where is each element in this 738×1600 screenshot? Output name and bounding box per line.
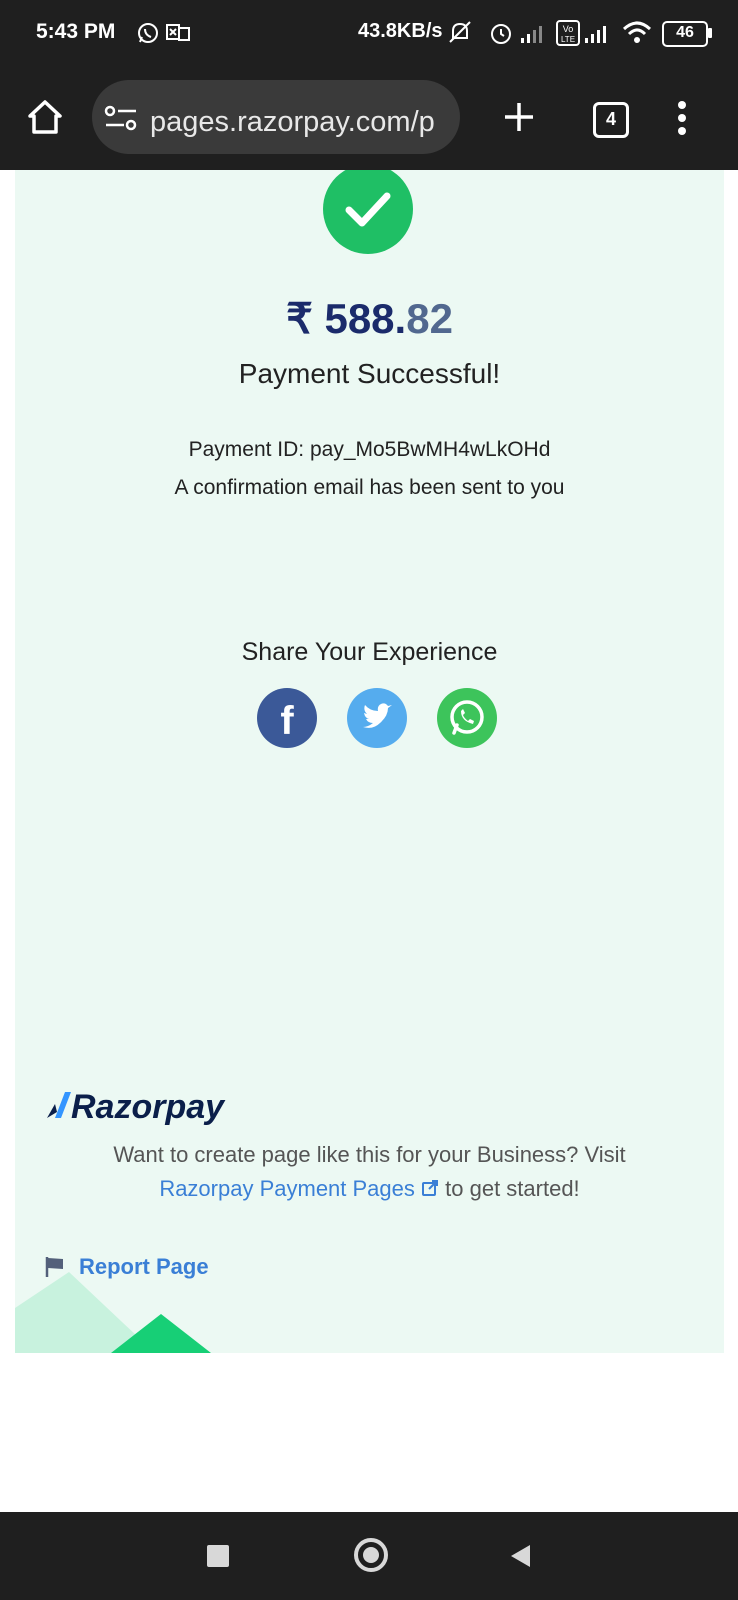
battery-level: 46 (676, 24, 694, 41)
external-link-icon[interactable] (421, 1179, 439, 1197)
payment-id: Payment ID: pay_Mo5BwMH4wLkOHd (188, 438, 551, 461)
facebook-share-button[interactable]: f (257, 688, 317, 748)
currency-symbol: ₹ (286, 295, 313, 342)
back-icon[interactable] (508, 1543, 534, 1569)
battery-icon: 46 (662, 21, 708, 47)
whatsapp-icon (138, 23, 158, 43)
more-icon[interactable] (676, 100, 688, 136)
payment-page: ₹ 588.82 Payment Successful! Payment ID:… (15, 170, 724, 1353)
razorpay-logo-icon (47, 1092, 71, 1118)
svg-text:Vo: Vo (563, 24, 574, 34)
recents-icon[interactable] (207, 1545, 229, 1567)
share-heading: Share Your Experience (241, 638, 498, 666)
confirmation-note: A confirmation email has been sent to yo… (174, 476, 565, 499)
twitter-icon (363, 703, 392, 728)
razorpay-brand: Razorpay (71, 1088, 225, 1126)
wifi-icon (622, 21, 652, 43)
status-time: 5:43 PM (36, 20, 116, 43)
system-nav-bar (0, 1512, 738, 1600)
whatsapp-share-button[interactable] (437, 688, 497, 748)
net-speed: 43.8KB/s (358, 20, 443, 42)
home-button-icon[interactable] (354, 1538, 388, 1572)
browser-toolbar: pages.razorpay.com/p 4 (0, 66, 738, 170)
site-settings-icon[interactable] (104, 104, 138, 134)
svg-text:f: f (280, 699, 294, 743)
tabs-icon[interactable]: 4 (593, 102, 629, 138)
amount-decimal: 82 (406, 295, 453, 342)
url-text[interactable]: pages.razorpay.com/p (150, 106, 450, 139)
battery-tip (708, 28, 712, 38)
promo-text-line2: Razorpay Payment Pages to get started! (15, 1176, 724, 1202)
notification-icon (166, 24, 190, 41)
home-icon[interactable] (26, 98, 64, 136)
signal-icon (585, 26, 606, 43)
status-bar: 5:43 PM 43.8KB/s Vo LTE 46 (0, 0, 738, 66)
volte-icon: Vo LTE (556, 20, 580, 46)
signal-icon (521, 26, 542, 43)
success-check-badge (323, 170, 413, 254)
alarm-icon (491, 24, 511, 44)
svg-text:LTE: LTE (561, 35, 575, 44)
check-icon (345, 192, 391, 227)
whatsapp-icon (450, 700, 484, 735)
amount-main: 588. (324, 295, 407, 342)
promo-suffix: to get started! (445, 1176, 580, 1201)
mute-icon (449, 21, 471, 43)
twitter-share-button[interactable] (347, 688, 407, 748)
decorative-triangles (15, 1272, 211, 1353)
facebook-icon: f (280, 699, 294, 743)
tab-count: 4 (605, 109, 616, 129)
payment-amount: ₹ 588.82 (15, 294, 724, 343)
promo-text-line1: Want to create page like this for your B… (113, 1142, 626, 1167)
payment-pages-link[interactable]: Razorpay Payment Pages (159, 1176, 415, 1201)
payment-status-title: Payment Successful! (238, 358, 501, 389)
new-tab-icon[interactable] (503, 101, 535, 133)
